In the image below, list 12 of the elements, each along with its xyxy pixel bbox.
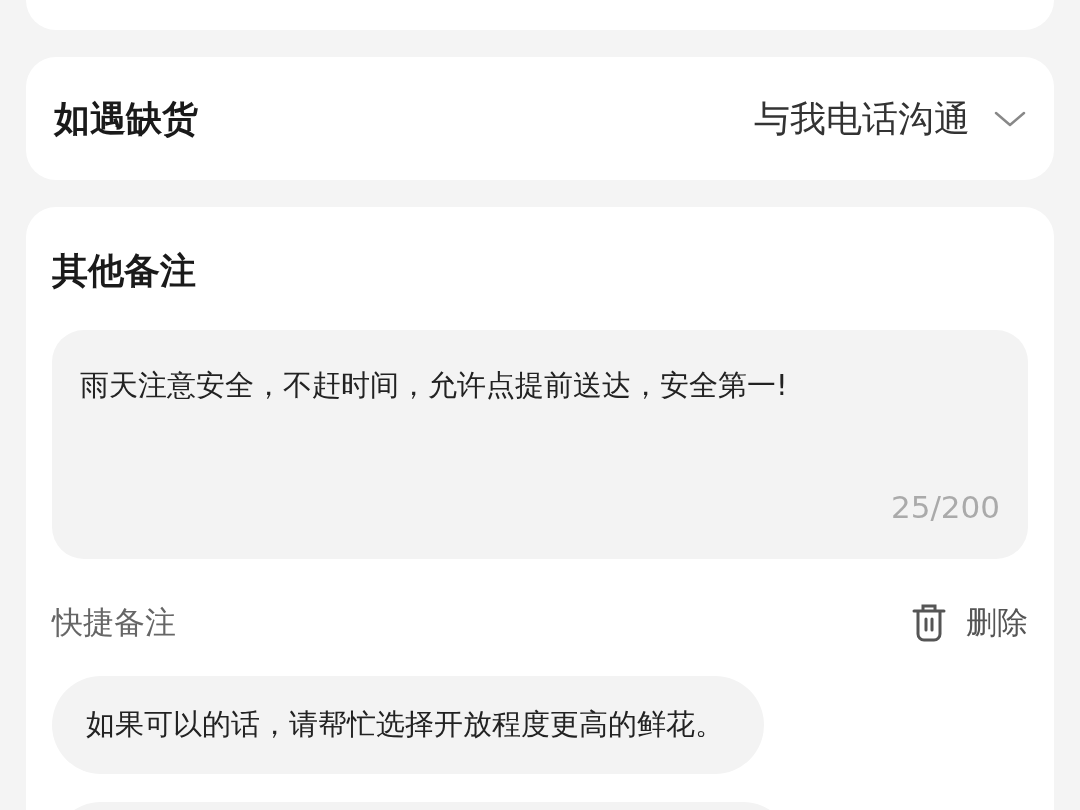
quick-notes-label: 快捷备注 xyxy=(52,603,176,643)
stockout-value: 与我电话沟通 xyxy=(754,96,970,141)
character-counter: 25/200 xyxy=(890,489,1000,526)
quick-note-chip[interactable]: 如果可以的话，请帮忙选择开放程度更高的鲜花。 xyxy=(52,675,764,774)
remarks-text: 雨天注意安全，不赶时间，允许点提前送达，安全第一! xyxy=(80,368,788,403)
stockout-label: 如遇缺货 xyxy=(54,96,198,141)
delete-button[interactable]: 删除 xyxy=(912,599,1028,646)
trash-icon xyxy=(912,602,946,643)
stockout-row[interactable]: 如遇缺货 与我电话沟通 xyxy=(26,57,1054,180)
remarks-field[interactable]: 雨天注意安全，不赶时间，允许点提前送达，安全第一! 25/200 xyxy=(52,330,1028,560)
chevron-down-icon xyxy=(994,109,1026,128)
remarks-title: 其他备注 xyxy=(52,249,197,293)
